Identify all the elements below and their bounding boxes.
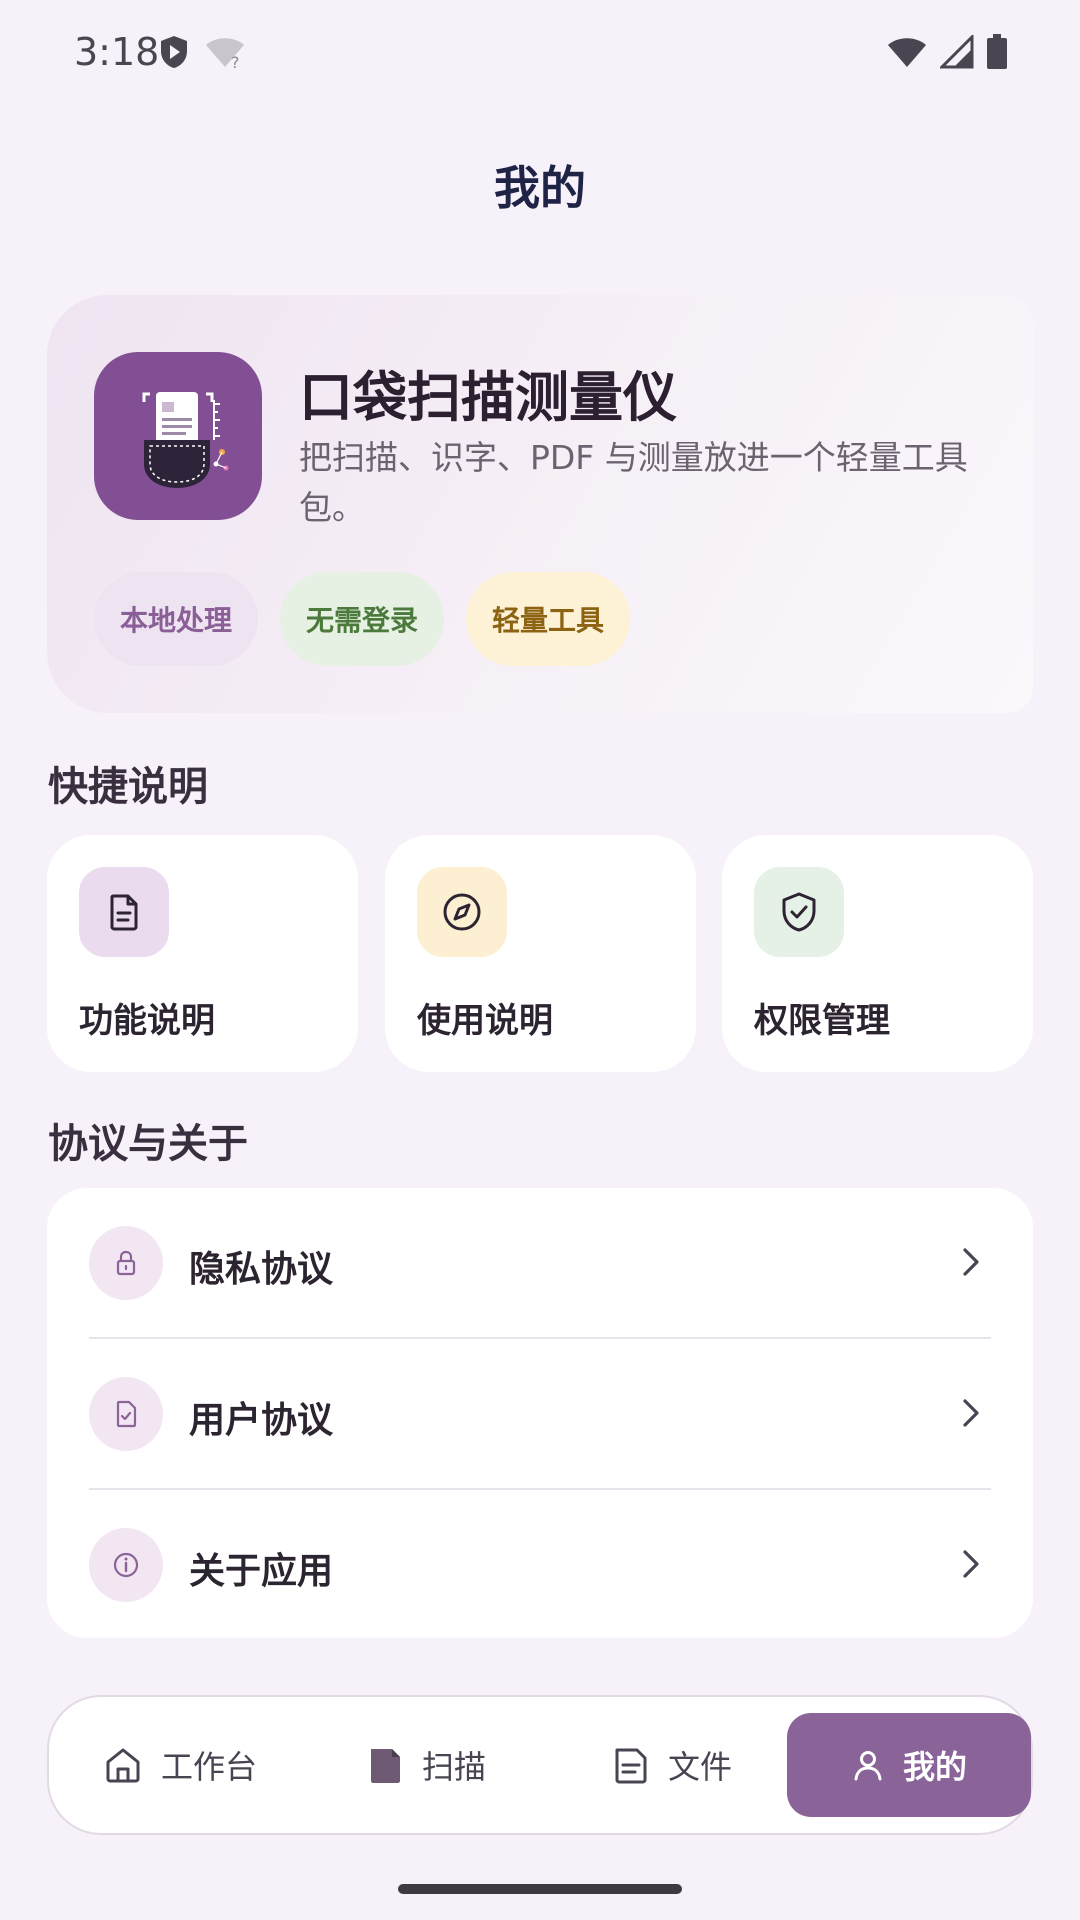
home-indicator[interactable] (398, 1884, 682, 1894)
status-bar: 3:18 ? (0, 0, 1080, 110)
battery-icon (987, 34, 1007, 69)
chevron-right-icon (963, 1399, 979, 1427)
wifi-alert-icon (888, 38, 926, 68)
wifi-unknown-icon: ? (206, 38, 244, 69)
shield-check-icon (782, 892, 816, 932)
user-agreement-row[interactable]: 用户协议 (47, 1339, 1033, 1489)
about-section-title: 协议与关于 (48, 1121, 248, 1167)
nav-mine-label: 我的 (902, 1748, 967, 1786)
nav-mine[interactable]: 我的 (787, 1713, 1031, 1817)
permission-card[interactable]: 权限管理 (722, 835, 1033, 1072)
app-name: 口袋扫描测量仪 (299, 366, 677, 429)
document-check-icon (116, 1400, 137, 1428)
home-icon (106, 1748, 140, 1783)
quick-cards: 功能说明 使用说明 权限管理 (47, 835, 1033, 1072)
page-title: 我的 (494, 161, 586, 215)
nav-files-label: 文件 (667, 1748, 732, 1786)
nav-workbench-label: 工作台 (160, 1748, 257, 1786)
nav-scan-label: 扫描 (421, 1748, 486, 1786)
vpn-shield-icon (161, 36, 187, 68)
feature-guide-label: 功能说明 (79, 1001, 215, 1041)
svg-text:?: ? (231, 53, 240, 69)
file-icon (615, 1748, 647, 1784)
nav-scan[interactable]: 扫描 (311, 1697, 541, 1833)
feature-tags: 本地处理 无需登录 轻量工具 (94, 572, 631, 666)
app-description: 把扫描、识字、PDF 与测量放进一个轻量工具包。 (299, 438, 968, 527)
quick-section-title: 快捷说明 (48, 764, 208, 810)
about-app-label: 关于应用 (189, 1551, 334, 1592)
tag-local-processing: 本地处理 (94, 572, 259, 666)
privacy-policy-label: 隐私协议 (189, 1249, 334, 1290)
permission-label: 权限管理 (754, 1001, 890, 1041)
chevron-right-icon (963, 1248, 979, 1276)
info-icon (113, 1552, 139, 1578)
app-hero-card: 口袋扫描测量仪 把扫描、识字、PDF 与测量放进一个轻量工具包。 本地处理 无需… (47, 295, 1033, 713)
compass-icon (443, 893, 481, 931)
cell-signal-icon (940, 35, 974, 69)
privacy-policy-row[interactable]: 隐私协议 (47, 1188, 1033, 1338)
pocket-scanner-logo-icon (142, 392, 229, 488)
feature-guide-card[interactable]: 功能说明 (47, 835, 358, 1072)
chevron-right-icon (963, 1550, 979, 1578)
app-logo (94, 352, 262, 520)
scan-icon (370, 1749, 400, 1783)
bottom-nav: 工作台 扫描 文件 我的 (47, 1695, 1033, 1835)
lock-icon (116, 1250, 136, 1276)
tag-no-login: 无需登录 (280, 572, 445, 666)
profile-screen: 3:18 ? 我的 口袋扫描测量仪 把扫描、识字、PDF 与测量放进一个轻量工具… (0, 0, 1080, 1920)
nav-workbench[interactable]: 工作台 (65, 1697, 295, 1833)
usage-guide-card[interactable]: 使用说明 (385, 835, 696, 1072)
person-icon (854, 1751, 882, 1781)
about-list: 隐私协议 用户协议 关于应用 (47, 1188, 1033, 1638)
user-agreement-label: 用户协议 (189, 1400, 334, 1441)
nav-files[interactable]: 文件 (557, 1697, 787, 1833)
status-time: 3:18 (74, 30, 160, 74)
about-app-row[interactable]: 关于应用 (47, 1490, 1033, 1640)
usage-guide-label: 使用说明 (417, 1001, 553, 1041)
tag-lightweight: 轻量工具 (466, 572, 631, 666)
document-icon (110, 894, 138, 931)
